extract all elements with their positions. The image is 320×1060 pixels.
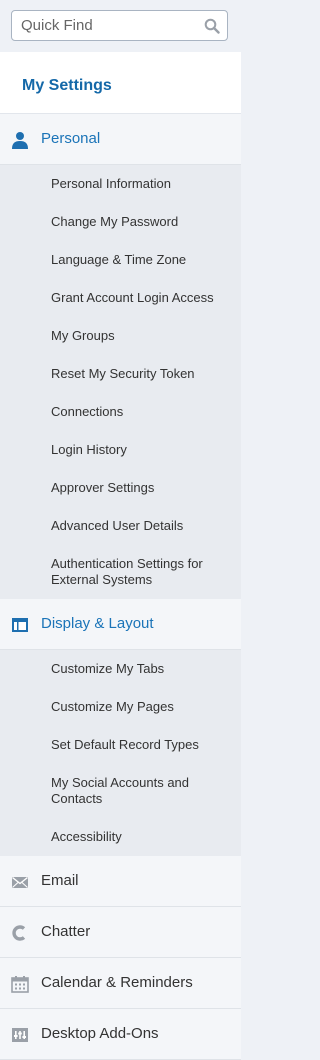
nav-grant-account-login-access[interactable]: Grant Account Login Access — [0, 279, 241, 317]
list-item-label: Login History — [51, 442, 127, 457]
person-icon — [12, 132, 28, 149]
section-calendar-reminders-label: Calendar & Reminders — [41, 974, 193, 991]
nav-my-social-accounts[interactable]: My Social Accounts and Contacts — [0, 764, 241, 818]
list-item-label: Customize My Pages — [51, 699, 174, 714]
calendar-icon — [11, 976, 29, 993]
list-item-label: Accessibility — [51, 829, 122, 844]
section-display-layout-label: Display & Layout — [41, 615, 154, 632]
section-email[interactable]: Email — [0, 856, 241, 907]
envelope-icon — [12, 876, 28, 888]
nav-change-my-password[interactable]: Change My Password — [0, 203, 241, 241]
display-layout-items: Customize My Tabs Customize My Pages Set… — [0, 650, 241, 856]
section-personal[interactable]: Personal — [0, 114, 241, 165]
settings-sidebar: My Settings Personal Personal Informatio… — [0, 0, 241, 1060]
nav-language-time-zone[interactable]: Language & Time Zone — [0, 241, 241, 279]
section-chatter-label: Chatter — [41, 923, 91, 940]
list-item-label: Personal Information — [51, 176, 171, 191]
list-item-label: My Social Accounts and Contacts — [51, 775, 190, 806]
nav-accessibility[interactable]: Accessibility — [0, 818, 241, 856]
nav-authentication-settings[interactable]: Authentication Settings for External Sys… — [0, 545, 241, 599]
list-item-label: Customize My Tabs — [51, 661, 165, 676]
section-chatter[interactable]: Chatter — [0, 907, 241, 958]
list-item-label: Advanced User Details — [51, 518, 184, 533]
nav-approver-settings[interactable]: Approver Settings — [0, 469, 241, 507]
list-item-label: Approver Settings — [51, 480, 155, 495]
quick-find-box[interactable] — [11, 10, 228, 41]
section-calendar-reminders[interactable]: Calendar & Reminders — [0, 958, 241, 1009]
my-settings-header: My Settings — [0, 52, 241, 114]
nav-login-history[interactable]: Login History — [0, 431, 241, 469]
list-item-label: Language & Time Zone — [51, 252, 187, 267]
nav-customize-my-tabs[interactable]: Customize My Tabs — [0, 650, 241, 688]
section-email-label: Email — [41, 872, 79, 889]
list-item-label: Change My Password — [51, 214, 179, 229]
personal-items: Personal Information Change My Password … — [0, 165, 241, 599]
list-item-label: My Groups — [51, 328, 115, 343]
nav-my-groups[interactable]: My Groups — [0, 317, 241, 355]
section-personal-label: Personal — [41, 130, 101, 147]
chatter-icon — [12, 925, 26, 941]
list-item-label: Grant Account Login Access — [51, 290, 214, 305]
list-item-label: Authentication Settings for External Sys… — [51, 556, 203, 587]
page-title[interactable]: My Settings — [22, 77, 112, 95]
section-display-layout[interactable]: Display & Layout — [0, 599, 241, 650]
nav-advanced-user-details[interactable]: Advanced User Details — [0, 507, 241, 545]
section-desktop-addons[interactable]: Desktop Add-Ons — [0, 1009, 241, 1060]
search-icon[interactable] — [204, 18, 220, 34]
search-area — [0, 0, 241, 52]
nav-reset-security-token[interactable]: Reset My Security Token — [0, 355, 241, 393]
list-item-label: Reset My Security Token — [51, 366, 195, 381]
section-desktop-addons-label: Desktop Add-Ons — [41, 1025, 159, 1042]
layout-icon — [12, 618, 28, 632]
nav-customize-my-pages[interactable]: Customize My Pages — [0, 688, 241, 726]
list-item-label: Set Default Record Types — [51, 737, 199, 752]
nav-personal-information[interactable]: Personal Information — [0, 165, 241, 203]
desktop-addons-icon — [12, 1028, 28, 1042]
nav-connections[interactable]: Connections — [0, 393, 241, 431]
list-item-label: Connections — [51, 404, 124, 419]
nav-set-default-record-types[interactable]: Set Default Record Types — [0, 726, 241, 764]
quick-find-input[interactable] — [21, 11, 201, 40]
